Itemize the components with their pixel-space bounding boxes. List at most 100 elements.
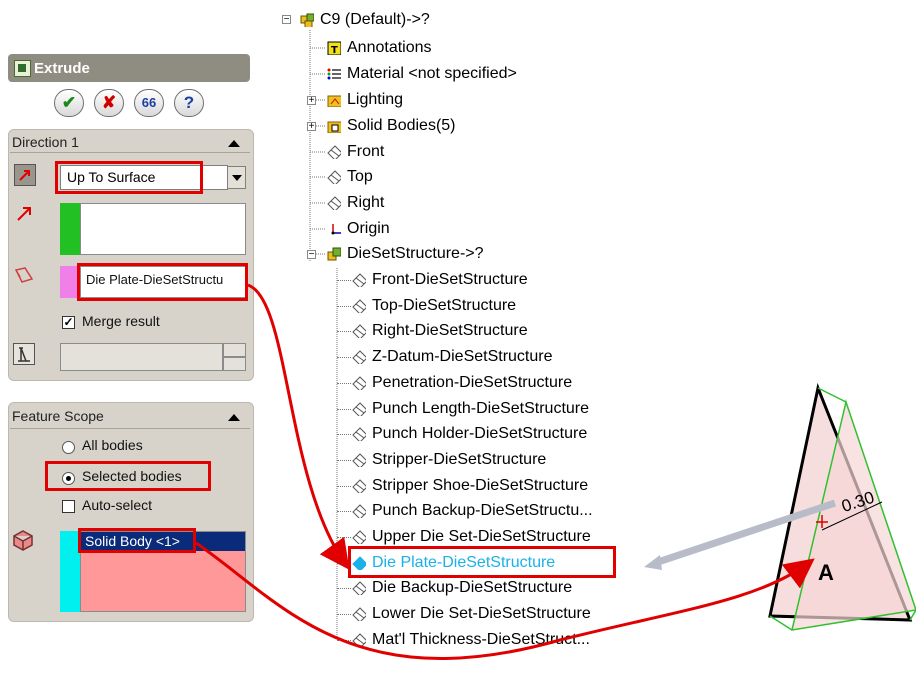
material-label: Material <not specified>: [347, 65, 517, 82]
plane-icon: [327, 145, 341, 159]
top-label: Top: [347, 168, 373, 185]
tree-item-label: Stripper Shoe-DieSetStructure: [372, 477, 589, 494]
collapse-arrow-icon[interactable]: [228, 140, 240, 147]
annotations-icon: T: [327, 41, 341, 55]
tree-item-label: Front-DieSetStructure: [372, 271, 528, 288]
tree-connector: [337, 460, 351, 462]
plane-icon: [327, 170, 341, 184]
solid-body-icon: [13, 530, 33, 551]
face-selection-icon: [14, 267, 34, 283]
merge-result-label: Merge result: [82, 313, 160, 329]
tree-connector: [337, 511, 351, 513]
spinner-down-button[interactable]: [223, 357, 246, 371]
tree-item-label: Stripper-DieSetStructure: [372, 451, 547, 468]
tree-item-label: Mat'l Thickness-DieSetStruct...: [372, 631, 590, 648]
expand-lighting-button[interactable]: +: [307, 96, 316, 106]
expand-solid-bodies-button[interactable]: +: [307, 122, 316, 132]
plane-icon: [327, 196, 341, 210]
plane-icon: [352, 581, 366, 595]
svg-text:T: T: [331, 45, 338, 55]
cancel-x-icon: ✘: [101, 93, 117, 112]
tree-item-label: Die Backup-DieSetStructure: [372, 579, 573, 596]
direction1-header-label: Direction 1: [12, 134, 79, 150]
end-condition-dropdown-arrow[interactable]: [227, 166, 246, 189]
draft-angle-field[interactable]: [60, 343, 223, 371]
feature-scope-header-label: Feature Scope: [12, 408, 104, 424]
front-label: Front: [347, 143, 385, 160]
eyeglasses-icon: 66: [141, 95, 157, 110]
plane-icon: [352, 376, 366, 390]
detailed-preview-button[interactable]: 66: [134, 89, 164, 117]
header-divider: [10, 428, 250, 429]
highlight-box-solid-body: [78, 528, 196, 553]
extrude-title: Extrude: [34, 60, 90, 77]
direction-color-swatch: [60, 203, 80, 255]
auto-select-checkbox[interactable]: [62, 500, 75, 513]
reverse-direction-button[interactable]: [14, 164, 36, 186]
plane-icon: [352, 453, 366, 467]
tree-connector: [337, 306, 351, 308]
direction-selection-box[interactable]: [80, 203, 246, 255]
merge-result-checkbox[interactable]: ✓: [62, 316, 75, 329]
header-divider: [10, 152, 250, 153]
help-button[interactable]: ?: [174, 89, 204, 117]
part-icon: [327, 247, 341, 261]
diesetstructure-label: DieSetStructure->?: [347, 245, 484, 262]
tree-item-label: Top-DieSetStructure: [372, 297, 517, 314]
tree-connector: [337, 588, 351, 590]
tree-item-label: Z-Datum-DieSetStructure: [372, 348, 553, 365]
check-icon: ✓: [63, 315, 74, 329]
auto-select-label: Auto-select: [82, 497, 153, 513]
solid-bodies-folder-icon: [327, 121, 341, 133]
plane-icon: [352, 299, 366, 313]
draft-icon: [18, 347, 30, 362]
plane-icon: [352, 504, 366, 518]
tree-connector: [337, 614, 351, 616]
plane-icon: [352, 530, 366, 544]
lighting-label: Lighting: [347, 91, 404, 108]
collapse-root-button[interactable]: −: [282, 15, 291, 25]
spinner-up-button[interactable]: [223, 343, 246, 357]
plane-icon: [352, 273, 366, 287]
tree-connector: [337, 434, 351, 436]
checkmark-icon: ✔: [61, 93, 77, 112]
draft-toggle-button[interactable]: [13, 343, 35, 365]
all-bodies-radio[interactable]: [62, 441, 75, 454]
tree-item-label: Punch Holder-DieSetStructure: [372, 425, 588, 442]
tree-connector: [337, 331, 351, 333]
tree-connector: [337, 640, 351, 642]
direction-arrow-icon: [17, 207, 31, 221]
ok-button[interactable]: ✔: [54, 89, 84, 117]
plane-icon: [352, 607, 366, 621]
tree-connector: [337, 383, 351, 385]
face-label: A: [818, 560, 834, 585]
tree-item-label: Penetration-DieSetStructure: [372, 374, 573, 391]
tree-connector: [337, 409, 351, 411]
annotations-label: Annotations: [347, 39, 432, 56]
tree-connector: [337, 280, 351, 282]
plane-icon: [352, 479, 366, 493]
root-label: C9 (Default)->?: [320, 11, 430, 28]
tree-connector: [337, 537, 351, 539]
tree-item-label: Upper Die Set-DieSetStructure: [372, 528, 591, 545]
feature-scope-header[interactable]: Feature Scope: [12, 408, 250, 428]
collapse-diesetstructure-button[interactable]: −: [307, 250, 316, 260]
direction1-header[interactable]: Direction 1: [12, 134, 250, 154]
plane-icon: [352, 324, 366, 338]
help-icon: ?: [183, 93, 195, 112]
highlight-box-die-plate: [348, 546, 616, 578]
origin-icon: [331, 224, 341, 235]
cancel-button[interactable]: ✘: [94, 89, 124, 117]
plane-icon: [352, 350, 366, 364]
tree-item-label: Punch Length-DieSetStructure: [372, 400, 590, 417]
assembly-icon: [300, 13, 314, 27]
collapse-arrow-icon[interactable]: [228, 414, 240, 421]
highlight-box-selected-bodies: [45, 461, 211, 491]
graphics-viewport: 0.30 A: [768, 382, 916, 631]
highlight-box-face-selection: [77, 263, 248, 301]
tree-item-label: Punch Backup-DieSetStructu...: [372, 502, 593, 519]
highlight-box-end-condition: [55, 161, 203, 194]
right-label: Right: [347, 194, 385, 211]
tree-item-label: Lower Die Set-DieSetStructure: [372, 605, 591, 622]
reverse-direction-icon: [19, 170, 30, 181]
